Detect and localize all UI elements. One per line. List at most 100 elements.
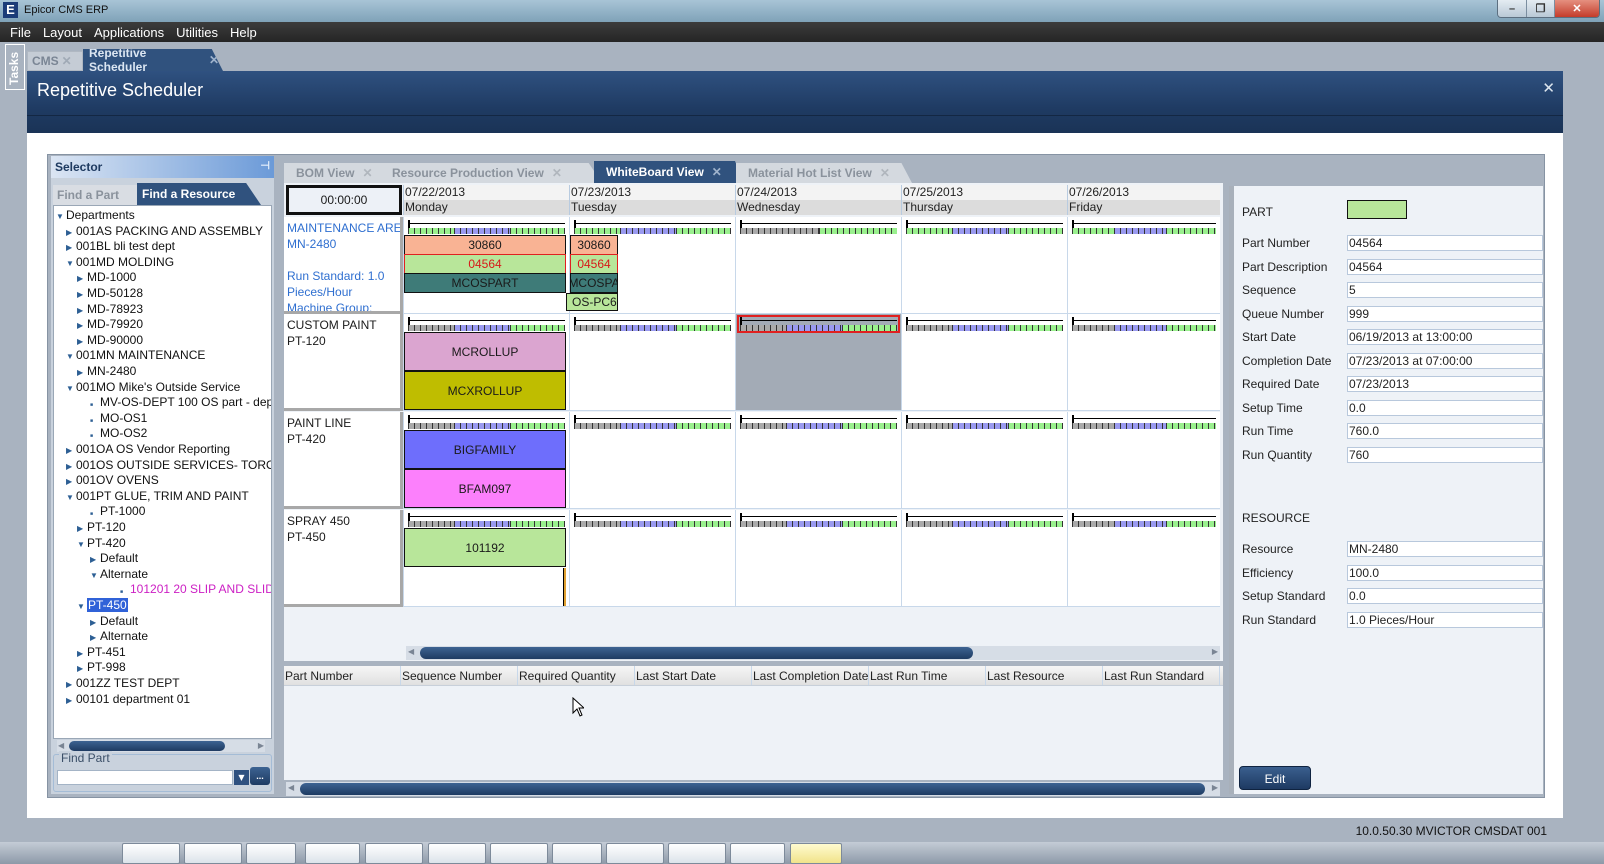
expanded-arrow-icon[interactable]: ▼ [66, 490, 76, 506]
menu-utilities[interactable]: Utilities [176, 25, 218, 40]
tree-node[interactable]: ▶ PT-451 [77, 644, 126, 660]
scrollbar-thumb[interactable] [420, 647, 973, 659]
tab-whiteboard-view[interactable]: WhiteBoard View ✕ [594, 161, 744, 183]
tree-node[interactable]: ▼ PT-450 [77, 597, 128, 613]
taskbar-item[interactable] [552, 843, 602, 864]
taskbar-item[interactable] [122, 843, 180, 864]
schedule-cell[interactable] [1067, 314, 1220, 411]
scroll-left-icon[interactable]: ◀ [408, 646, 414, 658]
grid-column-header[interactable]: Sequence Number [401, 666, 518, 685]
field-value-input[interactable]: 0.0 [1347, 399, 1543, 416]
scroll-right-icon[interactable]: ▶ [1212, 782, 1218, 794]
menu-help[interactable]: Help [230, 25, 257, 40]
field-value-input[interactable]: 0.0 [1347, 588, 1543, 604]
taskbar-item[interactable] [246, 843, 296, 864]
field-value-input[interactable]: 760 [1347, 446, 1543, 463]
schedule-cell[interactable] [901, 217, 1067, 314]
job-block[interactable]: 04564 [404, 254, 566, 274]
taskbar-item[interactable] [490, 843, 548, 864]
field-value-input[interactable]: 5 [1347, 282, 1543, 298]
field-value-input[interactable]: 04564 [1347, 235, 1543, 251]
tree-node[interactable]: ▶001OS OUTSIDE SERVICES- TORONTO [66, 457, 271, 473]
resource-row-label[interactable]: PAINT LINE PT-420 [284, 412, 403, 509]
schedule-cell[interactable] [901, 510, 1067, 607]
job-block[interactable]: MCROLLUP [404, 332, 566, 371]
tree-node[interactable]: ▶ MD-1000 [77, 269, 136, 285]
collapsed-arrow-icon[interactable]: ▶ [66, 693, 76, 709]
grid-column-header[interactable]: Last Run Standard [1103, 666, 1220, 685]
job-block[interactable]: 101192 [404, 528, 566, 567]
tree-node[interactable]: ▶ 001OV OVENS [66, 472, 159, 488]
grid-horizontal-scrollbar[interactable]: ◀ ▶ [286, 782, 1220, 796]
schedule-cell[interactable] [901, 314, 1067, 411]
expanded-arrow-icon[interactable]: ▼ [66, 349, 76, 365]
tree-node[interactable]: ▼ PT-420 [77, 535, 126, 551]
close-tab-icon[interactable]: ✕ [209, 53, 219, 67]
tab-find-a-resource[interactable]: Find a Resource [137, 183, 261, 205]
job-block[interactable]: 04564 [570, 254, 618, 274]
grid-column-header[interactable]: Required Quantity [518, 666, 635, 685]
tree-node[interactable]: ▶ PT-120 [77, 519, 126, 535]
tree-node[interactable]: ▶ Default [90, 613, 138, 629]
minimize-button[interactable]: – [1498, 0, 1526, 17]
tree-node[interactable]: ■ MV-OS-DEPT 100 OS part - dept ( [90, 394, 271, 410]
menu-applications[interactable]: Applications [94, 25, 164, 40]
tree-node[interactable]: ▶ 001BL bli test dept [66, 238, 175, 254]
expanded-arrow-icon[interactable]: ▼ [77, 537, 87, 553]
find-part-dropdown-icon[interactable]: ▼ [234, 770, 249, 785]
field-value-input[interactable]: 04564 [1347, 258, 1543, 275]
field-value-input[interactable]: 760.0 [1347, 423, 1543, 439]
tree-node[interactable]: ▶ MD-79920 [77, 316, 143, 332]
tree-node[interactable]: ▶ MD-50128 [77, 285, 143, 301]
tree-node[interactable]: ▶ Default [90, 550, 138, 566]
tree-node[interactable]: ▶ MD-90000 [77, 332, 143, 348]
field-value-input[interactable]: 07/23/2013 [1347, 376, 1543, 392]
grid-column-header[interactable]: Last Resource [986, 666, 1103, 685]
close-tab-icon[interactable]: ✕ [552, 166, 562, 180]
tree-node[interactable]: ▶ Alternate [90, 628, 148, 644]
schedule-cell[interactable] [901, 412, 1067, 509]
taskbar-item[interactable] [790, 843, 842, 864]
tab-resource-production-view[interactable]: Resource Production View ✕ [380, 163, 602, 183]
menu-layout[interactable]: Layout [43, 25, 82, 40]
schedule-cell[interactable] [1067, 510, 1220, 607]
tree-node[interactable]: ▼ Departments [56, 207, 135, 223]
job-block[interactable]: BIGFAMILY [404, 430, 566, 469]
doc-tab-repetitive-scheduler[interactable]: Repetitive Scheduler ✕ [83, 49, 223, 71]
schedule-cell[interactable] [735, 217, 901, 314]
job-block[interactable]: 30860 [570, 235, 618, 255]
close-tab-icon[interactable]: ✕ [62, 54, 72, 68]
tree-node[interactable]: ▼ 001PT GLUE, TRIM AND PAINT [66, 488, 249, 504]
schedule-cell[interactable] [569, 510, 735, 607]
doc-tab-cms[interactable]: CMS ✕ [27, 51, 83, 71]
menu-file[interactable]: File [10, 25, 31, 40]
tree-node[interactable]: ■ MO-OS1 [90, 410, 147, 426]
edit-button[interactable]: Edit [1239, 766, 1311, 790]
schedule-cell[interactable] [569, 412, 735, 509]
expanded-arrow-icon[interactable]: ▼ [90, 568, 100, 584]
expanded-arrow-icon[interactable]: ▼ [66, 381, 76, 397]
close-tab-icon[interactable]: ✕ [362, 166, 372, 180]
job-block[interactable]: MCOSPART [404, 273, 566, 293]
tab-bom-view[interactable]: BOM View ✕ [284, 163, 388, 183]
schedule-horizontal-scrollbar[interactable]: ◀ ▶ [406, 646, 1220, 660]
close-window-button[interactable]: ✕ [1554, 0, 1599, 17]
tree-node[interactable]: ▼ 001MO Mike's Outside Service [66, 379, 240, 395]
field-value-input[interactable]: 100.0 [1347, 564, 1543, 581]
tree-node[interactable]: ▶ 00101 department 01 [66, 691, 190, 707]
schedule-cell[interactable] [735, 412, 901, 509]
scroll-right-icon[interactable]: ▶ [1212, 646, 1218, 658]
tree-node[interactable]: ▼ Alternate [90, 566, 148, 582]
field-value-input[interactable]: 06/19/2013 at 13:00:00 [1347, 329, 1543, 345]
scrollbar-thumb[interactable] [69, 741, 225, 751]
schedule-cell[interactable] [735, 314, 901, 411]
taskbar-item[interactable] [668, 843, 726, 864]
taskbar-item[interactable] [365, 843, 423, 864]
scroll-left-icon[interactable]: ◀ [288, 782, 294, 794]
taskbar-item[interactable] [184, 843, 242, 864]
tree-node[interactable]: ■ 101201 20 SLIP AND SLIDE [120, 581, 271, 597]
restore-button[interactable]: ❐ [1526, 0, 1554, 17]
expanded-arrow-icon[interactable]: ▼ [77, 599, 87, 615]
tree-node[interactable]: ■ MO-OS2 [90, 425, 147, 441]
find-part-browse-button[interactable]: ... [250, 767, 270, 785]
